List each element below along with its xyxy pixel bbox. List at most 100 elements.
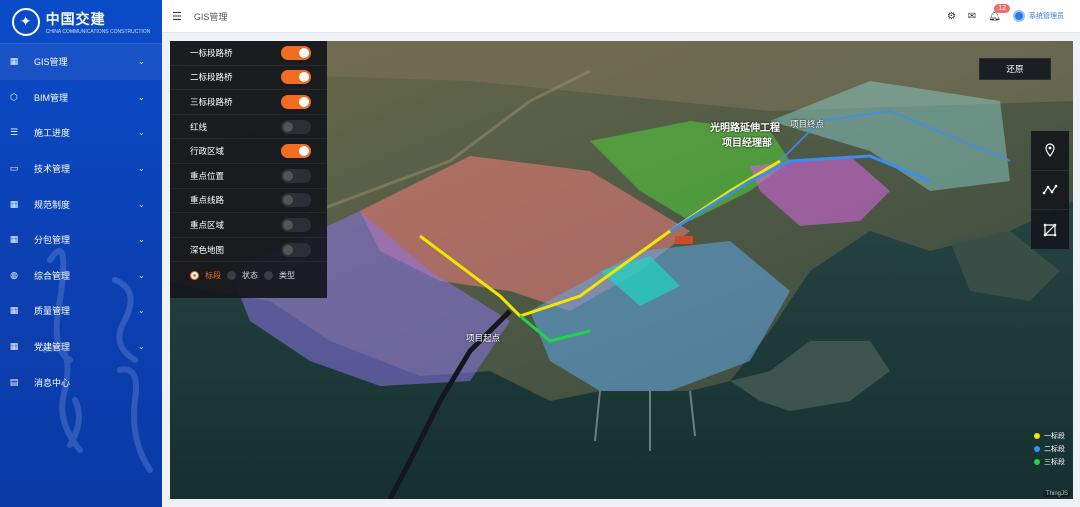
radio-label: 状态	[242, 271, 258, 281]
layer-row-section1-bridge: 一标段路桥	[170, 41, 327, 66]
sidebar-item-quality[interactable]: ▦ 质量管理 ⌄	[0, 293, 162, 329]
globe-icon: ◍	[10, 269, 18, 280]
menu-collapse-icon[interactable]: ☰	[172, 10, 182, 23]
sidebar-item-label: 技术管理	[34, 164, 71, 175]
sidebar-item-label: 综合管理	[34, 270, 71, 281]
grid-icon: ▦	[9, 56, 19, 67]
chevron-down-icon: ⌄	[138, 306, 145, 316]
layer-toggle[interactable]	[281, 70, 311, 85]
legend-item: 三标段	[1034, 457, 1065, 467]
chevron-down-icon: ⌄	[138, 57, 145, 67]
sidebar-item-technical[interactable]: ▭ 技术管理 ⌄	[0, 151, 162, 187]
project-office-label-line2: 项目经理部	[722, 138, 772, 149]
chevron-down-icon: ⌄	[138, 342, 145, 352]
chevron-down-icon: ⌄	[138, 164, 145, 174]
polygon-area-icon[interactable]	[1031, 210, 1069, 249]
polyline-measure-icon[interactable]	[1031, 171, 1069, 211]
layer-label: 红线	[190, 121, 208, 132]
layer-toggle[interactable]	[281, 119, 311, 134]
brand-subtitle: CHINA COMMUNICATIONS CONSTRUCTION	[45, 28, 151, 35]
brand-logo[interactable]: ✦ 中国交建 CHINA COMMUNICATIONS CONSTRUCTION	[0, 0, 162, 44]
bell-icon[interactable]: 🔔︎ 12	[988, 3, 1011, 22]
watermark: ThingJS	[1043, 491, 1070, 497]
layer-row-dark-map: 深色地图	[170, 238, 327, 263]
location-pin-icon[interactable]	[1031, 131, 1069, 171]
sidebar-menu: ▦ GIS管理 ⌄ ⬡ BIM管理 ⌄ ☰ 施工进度 ⌄ ▭ 技术管理 ⌄ ▦ 规范制度 ⌄ ▦ 分包…	[0, 44, 162, 400]
grid-icon: ▦	[9, 305, 19, 316]
layer-toggle[interactable]	[281, 217, 311, 232]
avatar	[1013, 10, 1025, 22]
layer-row-key-area: 重点区域	[170, 213, 327, 238]
chevron-down-icon: ⌄	[138, 270, 145, 280]
mode-radio-group: 标段 状态 类型	[170, 262, 327, 281]
layer-toggle[interactable]	[281, 193, 311, 208]
layer-row-section3-bridge: 三标段路桥	[170, 90, 327, 115]
layer-row-key-location: 重点位置	[170, 164, 327, 189]
sidebar-item-messages[interactable]: ▤ 消息中心	[0, 364, 162, 400]
layer-toggle[interactable]	[281, 45, 311, 60]
radio-status[interactable]	[227, 271, 236, 281]
sidebar-item-label: GIS管理	[34, 57, 68, 68]
brand-name: 中国交建	[45, 10, 106, 27]
breadcrumb: GIS管理	[193, 11, 228, 22]
layer-label: 行政区域	[190, 146, 225, 157]
legend-dot	[1034, 459, 1040, 465]
cube-icon: ⬡	[10, 91, 18, 102]
sidebar-item-label: 质量管理	[34, 306, 71, 317]
doc-icon: ▤	[9, 376, 19, 387]
layer-row-admin-region: 行政区域	[170, 139, 327, 164]
project-end-label: 项目终点	[790, 119, 825, 129]
layer-label: 二标段路桥	[190, 72, 233, 83]
sidebar-item-label: 消息中心	[34, 377, 71, 388]
layer-toggle[interactable]	[281, 242, 311, 257]
map-toolbar	[1031, 131, 1069, 249]
cccc-logo-icon: ✦	[11, 7, 40, 36]
sidebar-item-party[interactable]: ▦ 党建管理 ⌄	[0, 329, 162, 365]
layer-label: 深色地图	[190, 244, 225, 255]
radio-type[interactable]	[264, 271, 273, 281]
sidebar-item-general[interactable]: ◍ 综合管理 ⌄	[0, 258, 162, 294]
chevron-down-icon: ⌄	[138, 235, 145, 245]
gis-map[interactable]: 光明路延伸工程 项目经理部 项目终点 项目起点 一标段路桥 二标段路桥 三标段路…	[170, 41, 1073, 499]
list-icon: ☰	[9, 127, 19, 138]
project-start-label: 项目起点	[466, 333, 501, 343]
sidebar-item-gis[interactable]: ▦ GIS管理 ⌄	[0, 44, 162, 80]
layer-row-redline: 红线	[170, 115, 327, 140]
sidebar-item-label: 党建管理	[34, 342, 71, 353]
sidebar-item-subcontract[interactable]: ▦ 分包管理 ⌄	[0, 222, 162, 258]
legend-label: 三标段	[1044, 459, 1065, 466]
layer-toggle[interactable]	[281, 94, 311, 109]
user-menu[interactable]: 系统管理员	[1013, 10, 1064, 22]
chevron-down-icon: ⌄	[138, 128, 145, 138]
layer-toggle[interactable]	[281, 168, 311, 183]
sidebar-item-standards[interactable]: ▦ 规范制度 ⌄	[0, 186, 162, 222]
reset-button[interactable]: 还原	[979, 58, 1051, 80]
legend-label: 一标段	[1044, 433, 1065, 440]
folder-icon: ▭	[9, 163, 19, 174]
sidebar-item-label: 规范制度	[34, 199, 71, 210]
legend-dot	[1034, 433, 1040, 439]
sidebar-item-bim[interactable]: ⬡ BIM管理 ⌄	[0, 80, 162, 116]
layer-label: 重点位置	[190, 170, 225, 181]
radio-label: 标段	[205, 271, 221, 281]
layer-row-key-route: 重点线路	[170, 189, 327, 214]
layer-label: 重点区域	[190, 219, 225, 230]
sidebar-item-label: 分包管理	[34, 235, 71, 246]
project-office-label-line1: 光明路延伸工程	[710, 123, 780, 134]
layer-toggle[interactable]	[281, 144, 311, 159]
layer-row-section2-bridge: 二标段路桥	[170, 66, 327, 91]
radio-label: 类型	[279, 271, 295, 281]
layer-label: 三标段路桥	[190, 96, 233, 107]
radio-section[interactable]	[190, 271, 199, 281]
settings-icon[interactable]: ⚙	[947, 11, 956, 22]
chevron-down-icon: ⌄	[138, 199, 145, 209]
mail-icon[interactable]: ✉	[968, 11, 976, 22]
layer-label: 重点线路	[190, 195, 225, 206]
legend-label: 二标段	[1044, 446, 1065, 453]
top-bar: ☰ GIS管理 ⚙ ✉ 🔔︎ 12 系统管理员	[162, 0, 1080, 33]
grid-icon: ▦	[9, 234, 19, 245]
legend-item: 二标段	[1034, 444, 1065, 454]
legend-item: 一标段	[1034, 431, 1065, 441]
sidebar-item-progress[interactable]: ☰ 施工进度 ⌄	[0, 115, 162, 151]
sidebar-item-label: 施工进度	[34, 128, 71, 139]
